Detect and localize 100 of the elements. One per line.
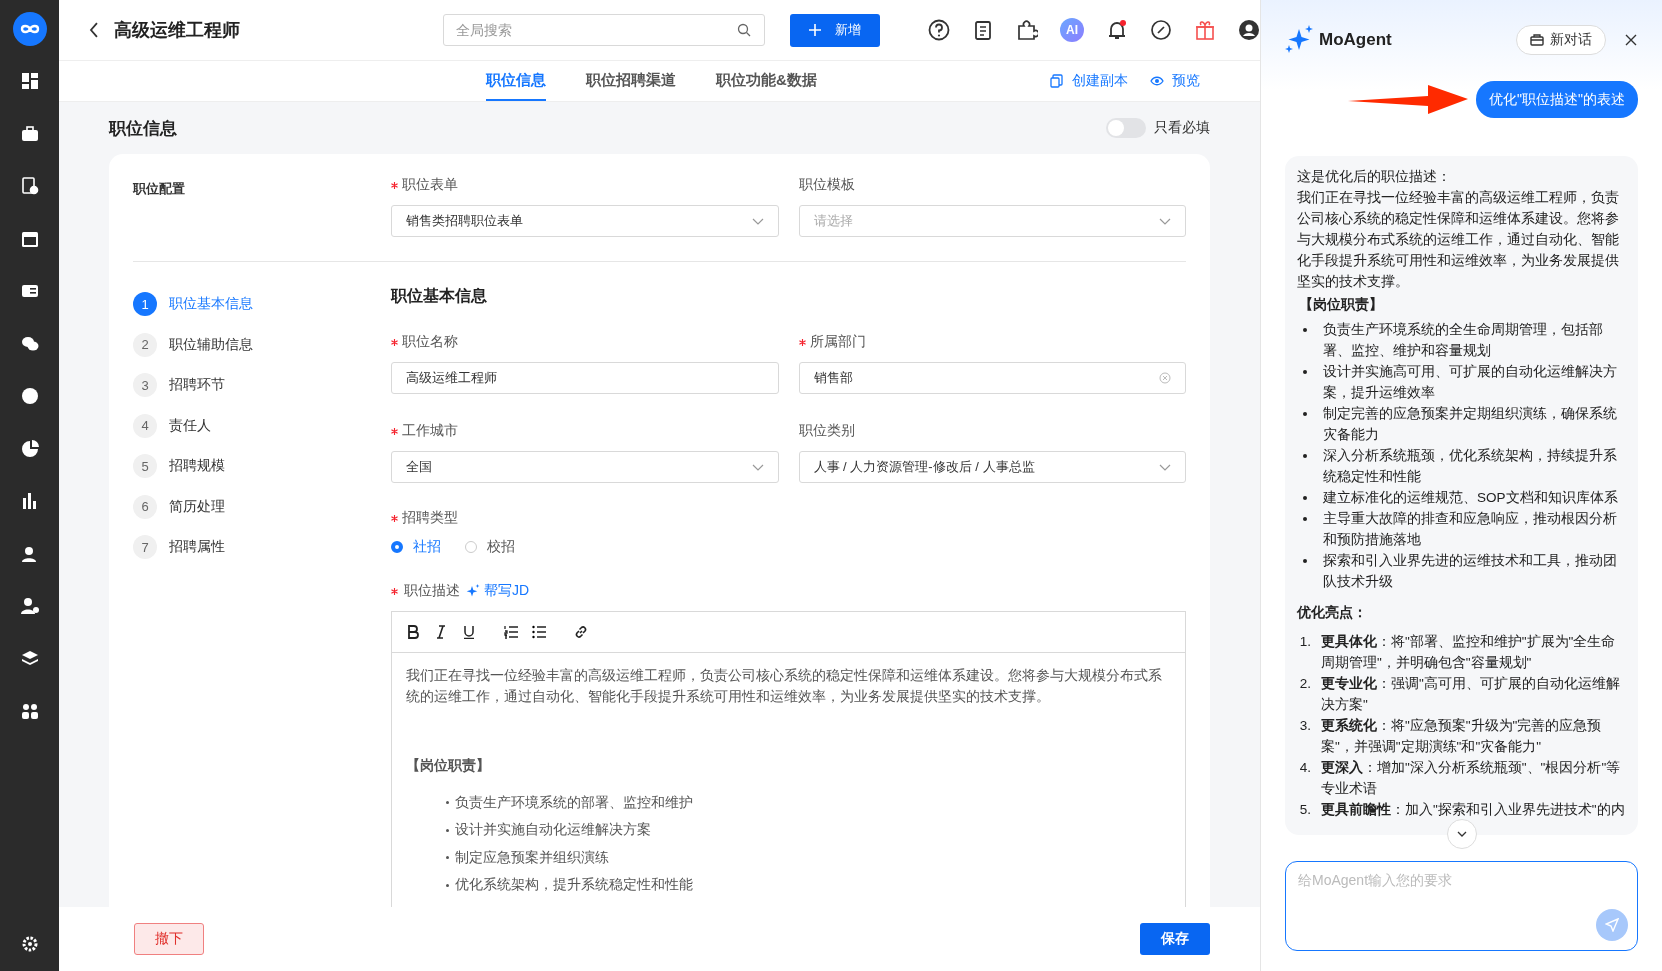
preview-link[interactable]: 预览 xyxy=(1150,61,1200,101)
search-icon xyxy=(736,23,751,37)
reply-subheading: 优化亮点： xyxy=(1297,604,1368,622)
tab[interactable]: 职位信息 xyxy=(486,61,546,101)
step-item[interactable]: 4 责任人 xyxy=(133,413,211,438)
gift-icon[interactable] xyxy=(1194,19,1216,41)
copy-icon xyxy=(1050,74,1064,88)
grid-icon[interactable] xyxy=(20,72,39,90)
document-icon[interactable] xyxy=(972,19,994,41)
required-icon xyxy=(391,181,398,189)
withdraw-button[interactable]: 撤下 xyxy=(134,923,204,955)
avatar-icon[interactable] xyxy=(1238,19,1260,41)
new-button[interactable]: 新增 xyxy=(789,13,880,47)
select-field[interactable]: 销售类招聘职位表单 xyxy=(391,205,779,237)
help-icon[interactable] xyxy=(928,19,950,41)
new-chat-button[interactable]: 新对话 xyxy=(1516,25,1606,55)
required-icon xyxy=(798,338,806,346)
description-bullet: 负责生产环境系统的部署、监控和维护 xyxy=(455,793,693,812)
tab[interactable]: 职位招聘渠道 xyxy=(586,61,676,101)
step-item[interactable]: 5 招聘规模 xyxy=(133,454,225,478)
required-icon xyxy=(391,514,398,522)
description-bullet: 优化系统架构，提升系统稳定性和性能 xyxy=(455,876,693,895)
settings-icon[interactable] xyxy=(20,935,39,953)
agent-title: MoAgent xyxy=(1319,30,1392,50)
bullet-icon xyxy=(1303,328,1307,332)
field-label: 职位表单 xyxy=(402,176,458,194)
message-input[interactable]: 给MoAgent输入您的要求 xyxy=(1285,861,1638,951)
bullet-icon xyxy=(446,883,449,887)
description-bullet: 设计并实施自动化运维解决方案 xyxy=(455,821,651,840)
step-item[interactable]: 7 招聘属性 xyxy=(133,535,225,559)
back-icon[interactable] xyxy=(89,21,99,39)
radio-option[interactable]: 社招 xyxy=(391,538,441,556)
required-icon xyxy=(391,338,398,346)
ordered-list-icon[interactable] xyxy=(504,625,518,639)
send-icon xyxy=(1605,918,1619,932)
plus-icon xyxy=(808,24,821,36)
radio-option[interactable]: 校招 xyxy=(465,538,515,556)
bullet-icon xyxy=(446,856,449,860)
team-icon[interactable] xyxy=(20,702,39,720)
bullet-list-icon[interactable] xyxy=(532,625,546,639)
card-icon[interactable] xyxy=(20,282,39,300)
italic-icon[interactable] xyxy=(434,625,448,639)
document-icon[interactable] xyxy=(20,177,39,195)
close-icon[interactable] xyxy=(1624,33,1638,47)
required-icon xyxy=(391,427,398,435)
select-field[interactable]: 人事 / 人力资源管理-修改后 / 人事总监 xyxy=(798,451,1186,483)
reply-bullet: 建立标准化的运维规范、SOP文档和知识库体系 xyxy=(1323,489,1618,507)
bold-icon[interactable] xyxy=(406,625,420,639)
input-field[interactable]: 高级运维工程师 xyxy=(391,362,779,394)
person-icon[interactable] xyxy=(20,544,39,563)
puzzle-icon[interactable] xyxy=(1016,19,1038,41)
step-item[interactable]: 2 职位辅助信息 xyxy=(133,332,253,357)
step-item[interactable]: 1 职位基本信息 xyxy=(133,292,253,316)
bullet-icon xyxy=(1303,412,1307,416)
bullet-icon xyxy=(1303,370,1307,374)
save-button[interactable]: 保存 xyxy=(1140,923,1210,955)
eye-icon xyxy=(1150,74,1164,88)
select-field[interactable]: 销售部 xyxy=(798,362,1186,394)
search-field[interactable]: 全局搜索 xyxy=(442,14,765,46)
list-number: 3. xyxy=(1298,717,1311,735)
bar-chart-icon[interactable] xyxy=(20,492,39,510)
field-label: 职位类别 xyxy=(798,422,855,440)
list-number: 5. xyxy=(1298,801,1311,819)
field-label: 职位名称 xyxy=(402,333,458,351)
briefcase-icon[interactable] xyxy=(20,124,39,143)
highlight-text: 更系统化：将"应急预案"升级为"完善的应急预案"，并强调"定期演练"和"灾备能力" xyxy=(1321,717,1603,756)
reply-heading: 【岗位职责】 xyxy=(1299,296,1384,314)
ai-write-link[interactable]: 帮写JD xyxy=(466,582,530,600)
section-title: 职位信息 xyxy=(109,117,177,140)
layers-icon[interactable] xyxy=(20,649,39,668)
underline-icon[interactable] xyxy=(462,625,476,639)
step-item[interactable]: 3 招聘环节 xyxy=(133,373,225,397)
bullet-icon xyxy=(1303,517,1307,521)
description-heading: 【岗位职责】 xyxy=(406,757,491,775)
reply-bullet: 制定完善的应急预案并定期组织演练，确保系统灾备能力 xyxy=(1323,405,1618,444)
list-number: 4. xyxy=(1298,759,1311,777)
tab[interactable]: 职位功能&数据 xyxy=(716,61,817,101)
step-item[interactable]: 6 简历处理 xyxy=(133,494,225,519)
bullet-icon xyxy=(1303,559,1307,563)
form-section-title: 职位基本信息 xyxy=(391,286,488,306)
list-number: 2. xyxy=(1298,675,1311,693)
reply-bullet: 负责生产环境系统的全生命周期管理，包括部署、监控、维护和容量规划 xyxy=(1323,321,1604,360)
bullet-icon xyxy=(1303,454,1307,458)
page-title: 高级运维工程师 xyxy=(113,19,241,42)
field-label: 招聘类型 xyxy=(402,509,458,527)
description-text: 我们正在寻找一位经验丰富的高级运维工程师，负责公司核心系统的稳定性保障和运维体系建设。您将参与大规模分布式系统的运维工作，通过自动化、智能化手段提升系统可用性和运维效率，为业务发展提供坚实的技术支撑。 xyxy=(406,666,1163,706)
bell-icon[interactable] xyxy=(1106,19,1128,41)
people-icon[interactable] xyxy=(20,597,39,615)
highlight-text: 更具体化：将"部署、监控和维护"扩展为"全生命周期管理"，并明确包含"容量规划" xyxy=(1321,633,1617,672)
calendar-icon[interactable] xyxy=(20,229,39,248)
toggle-switch[interactable] xyxy=(1106,118,1146,138)
highlight-text: 更深入：增加"深入分析系统瓶颈"、"根因分析"等专业术语 xyxy=(1321,759,1622,798)
field-label: 职位模板 xyxy=(798,176,855,194)
select-field[interactable]: 全国 xyxy=(391,451,779,483)
highlight-text: 更专业化：强调"高可用、可扩展的自动化运维解决方案" xyxy=(1321,675,1621,714)
reply-bullet: 主导重大故障的排查和应急响应，推动根因分析和预防措施落地 xyxy=(1323,510,1618,549)
bullet-icon xyxy=(446,801,449,805)
pie-chart-icon[interactable] xyxy=(20,439,39,458)
copy-link[interactable]: 创建副本 xyxy=(1050,61,1128,101)
field-label: 所属部门 xyxy=(809,333,866,351)
